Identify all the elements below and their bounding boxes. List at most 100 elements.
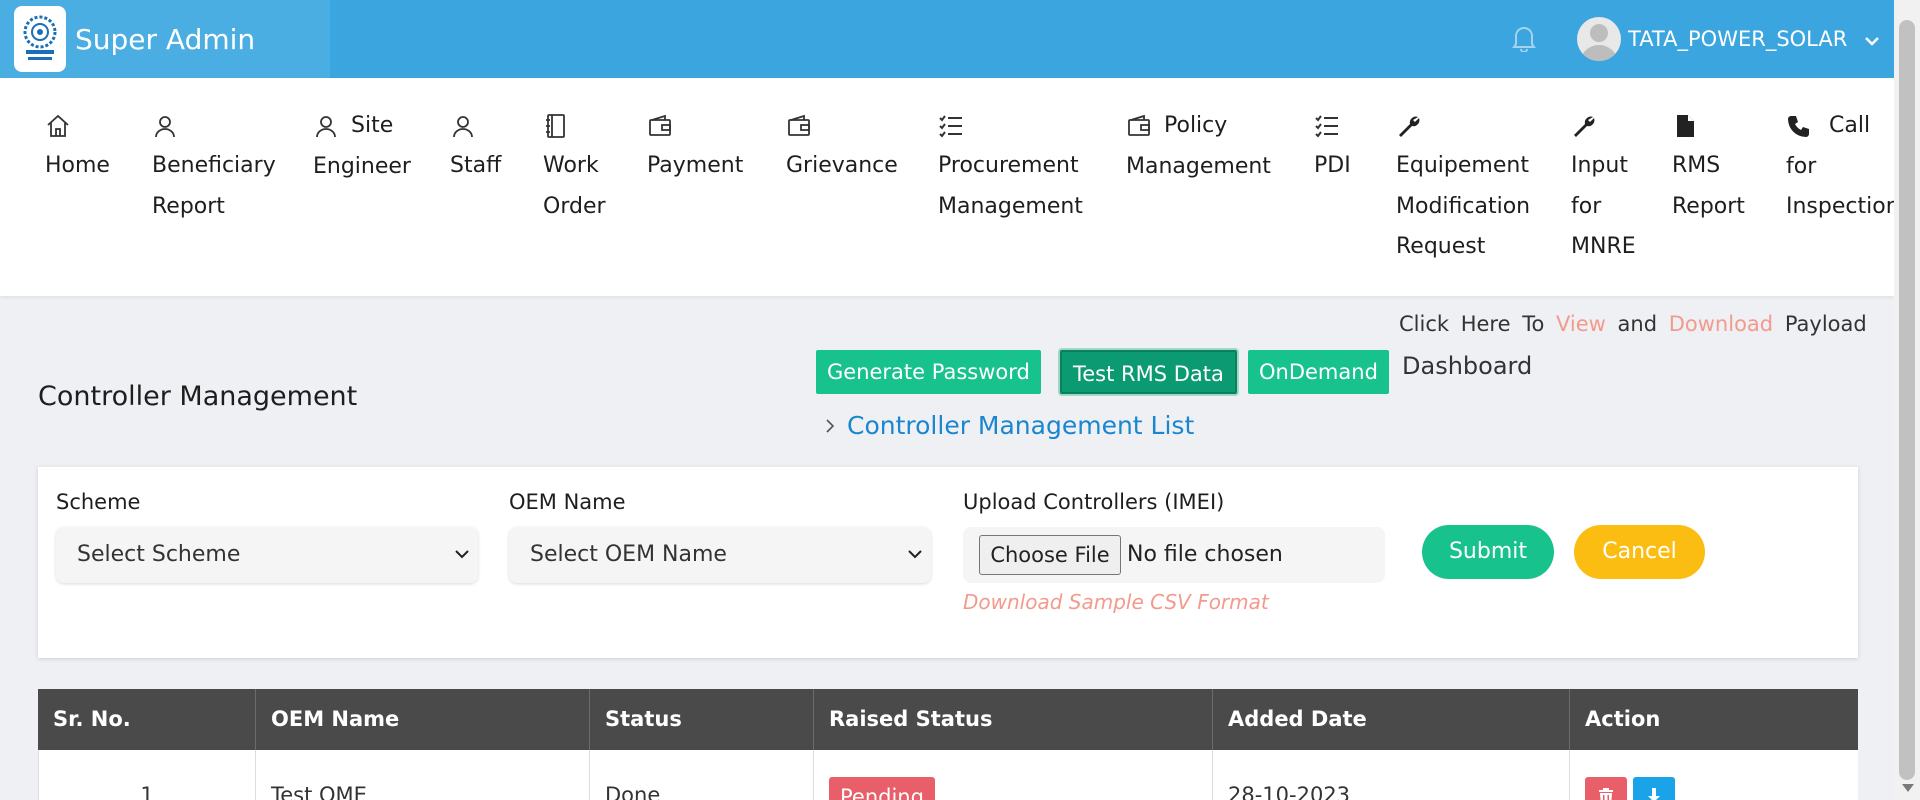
nav-label: Equipement Modification Request [1396,153,1531,259]
nav-policy-management[interactable]: Policy Management [1126,106,1271,187]
column-header: Sr. No. [38,689,256,750]
oem-name-label: OEM Name [509,490,626,514]
nav-label: RMS Report [1672,153,1745,219]
choose-file-button[interactable]: Choose File [979,535,1121,575]
chevron-down-icon [1865,27,1880,51]
nav-work-order[interactable]: Work Order [543,106,606,227]
brand[interactable]: Super Admin [0,0,330,78]
logo-icon [14,6,66,72]
payload-and: and [1617,312,1658,336]
nav-pdi[interactable]: PDI [1314,106,1351,187]
user-icon [316,116,336,138]
scroll-thumb[interactable] [1899,20,1915,780]
download-sample-csv-link[interactable]: Download Sample CSV Format [963,590,1269,614]
dashboard-text[interactable]: Dashboard [1402,352,1532,380]
nav-label: Payment [647,153,744,178]
top-bar: Super Admin TATA_POWER_SOLAR [0,0,1920,78]
trash-icon [1599,787,1613,800]
status-cell: Done [590,750,814,800]
sr-no-cell: 1 [39,750,256,800]
nav-payment[interactable]: Payment [647,106,743,187]
oem-name-select[interactable]: Select OEM Name [509,527,931,583]
upload-controllers-label: Upload Controllers (IMEI) [963,490,1225,514]
view-payload-link[interactable]: View [1556,312,1606,336]
user-icon [453,116,473,138]
nav-beneficiary-report[interactable]: Beneficiary Report [152,106,276,227]
added-date-cell: 28-10-2023 [1213,750,1570,800]
checklist-icon [939,115,962,138]
column-header: Raised Status [814,689,1213,750]
nav-label: Staff [450,153,502,178]
user-menu[interactable]: TATA_POWER_SOLAR [1577,17,1880,61]
wrench-icon [1399,116,1420,137]
action-cell [1570,750,1858,800]
oem-name-cell: Test OME [256,750,590,800]
test-rms-data-button[interactable]: Test RMS Data [1060,350,1237,394]
payload-links: Click Here To View and Download Payload [1399,312,1867,336]
user-name: TATA_POWER_SOLAR [1628,27,1848,51]
nav-label: Procurement Management [938,153,1083,219]
scheme-label: Scheme [56,490,141,514]
download-payload-link[interactable]: Download [1669,312,1773,336]
file-input[interactable]: Choose File No file chosen [963,527,1385,583]
download-icon [1648,787,1660,800]
nav-home[interactable]: Home [45,106,110,187]
controller-table: Sr. No. OEM Name Status Raised Status Ad… [38,689,1858,800]
nav-label: Grievance [786,153,898,178]
nav-call-for-inspection[interactable]: Call for Inspection [1786,106,1900,228]
scheme-select[interactable]: Select Scheme [56,527,478,583]
nav-grievance[interactable]: Grievance [786,106,898,187]
payload-prefix: Click Here To [1399,312,1545,336]
wrench-icon [1574,116,1595,137]
chevron-down-icon [908,550,922,559]
column-header: Added Date [1213,689,1570,750]
nav-input-for-mnre[interactable]: Input for MNRE [1571,106,1636,268]
nav-staff[interactable]: Staff [450,106,501,187]
wallet-icon [649,114,671,136]
document-icon [1677,115,1694,137]
scheme-select-value: Select Scheme [77,542,241,567]
submit-button[interactable]: Submit [1422,525,1554,579]
file-status: No file chosen [1127,542,1283,567]
column-header: Status [590,689,814,750]
status-badge: Pending [829,776,935,800]
breadcrumb: Controller Management List [825,411,1194,440]
table-row: 1 Test OME Done Pending 28-10-2023 [38,750,1858,800]
on-demand-button[interactable]: OnDemand [1248,350,1389,394]
nav-label: Beneficiary Report [152,153,276,219]
raised-status-cell: Pending [814,750,1213,800]
oem-select-value: Select OEM Name [530,542,727,567]
nav-label: PDI [1314,153,1351,178]
phone-icon [1788,116,1809,137]
checklist-icon [1315,115,1338,138]
generate-password-button[interactable]: Generate Password [816,350,1041,394]
table-header: Sr. No. OEM Name Status Raised Status Ad… [38,689,1858,750]
chevron-right-icon [825,411,835,440]
download-button[interactable] [1633,776,1675,800]
nav-site-engineer[interactable]: Site Engineer [313,106,411,187]
nav-label: Input for MNRE [1571,153,1636,259]
delete-button[interactable] [1585,776,1627,800]
avatar [1577,17,1621,61]
nav-label: Home [45,153,110,178]
home-icon [47,114,69,137]
page-title: Controller Management [38,381,358,412]
column-header: Action [1585,707,1661,731]
column-header: OEM Name [256,689,590,750]
wallet-icon [1128,114,1150,136]
nav-rms-report[interactable]: RMS Report [1672,106,1745,227]
cancel-button[interactable]: Cancel [1574,525,1705,579]
chevron-down-icon [455,550,469,559]
breadcrumb-link[interactable]: Controller Management List [847,411,1194,440]
main-nav: Home Beneficiary Report Site Engineer St… [0,78,1900,296]
brand-title: Super Admin [75,22,256,56]
wallet-icon [788,114,810,136]
nav-procurement-management[interactable]: Procurement Management [938,106,1083,227]
scroll-down-arrow-icon[interactable] [1902,784,1914,792]
notebook-icon [546,114,565,138]
notification-bell-icon[interactable] [1511,24,1537,56]
payload-suffix: Payload [1784,312,1867,336]
nav-label: Work Order [543,153,606,219]
nav-equipement-modification-request[interactable]: Equipement Modification Request [1396,106,1530,268]
vertical-scrollbar[interactable] [1894,0,1920,800]
